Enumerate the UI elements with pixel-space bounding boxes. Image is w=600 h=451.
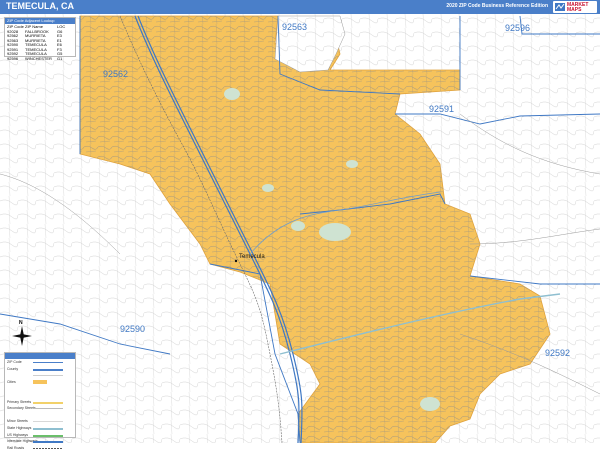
rail-road-symbol	[33, 447, 63, 449]
zip-index-panel: ZIP Code Adjacent Lookup ZIP Code ZIP Na…	[4, 17, 76, 60]
key-row: Primary Streets	[5, 399, 75, 406]
key-row: Interstate Highways	[5, 438, 75, 445]
key-row: Secondary Streets	[5, 405, 75, 412]
park-area	[291, 221, 305, 231]
zip-index-row: 92596 WINCHESTER G1	[7, 55, 73, 62]
map-key-panel: ZIP Code County Cities Primary Streets S…	[4, 352, 76, 450]
title-bar: TEMECULA, CA 2020 ZIP Code Business Refe…	[0, 0, 600, 14]
zip-code: 92596	[7, 55, 19, 61]
park-area	[346, 160, 358, 168]
divider-symbol	[33, 375, 63, 377]
city-symbol	[33, 379, 47, 384]
compass-rose: N	[10, 320, 34, 350]
city-dot	[234, 259, 238, 263]
zip-label: 92562	[103, 69, 129, 79]
zip-label: 92590	[120, 324, 146, 334]
zip-label: 92596	[505, 23, 531, 33]
county-symbol	[33, 368, 63, 371]
zip-label: 92591	[429, 104, 455, 114]
key-row	[5, 412, 75, 419]
park-area	[420, 397, 440, 411]
map-pin-icon	[555, 3, 565, 11]
key-row: Minor Streets	[5, 418, 75, 425]
zip-name: WINCHESTER	[25, 55, 52, 61]
key-row: Rail Roads	[5, 445, 75, 451]
state-highway-symbol	[33, 427, 63, 430]
zip-index-table: ZIP Code ZIP Name LOC 92028 FALLBROOK G6…	[7, 24, 73, 62]
key-row	[5, 392, 75, 399]
key-row	[5, 385, 75, 392]
key-row: County	[5, 366, 75, 373]
map-title: TEMECULA, CA	[6, 1, 74, 11]
key-row: US Highways	[5, 432, 75, 439]
key-row	[5, 372, 75, 379]
park-area	[262, 184, 274, 192]
zip-loc: G1	[57, 55, 63, 61]
key-row: State Highways	[5, 425, 75, 432]
key-row: ZIP Code	[5, 359, 75, 366]
brand-logo: MARKET MAPS	[553, 1, 597, 13]
park-area	[319, 223, 351, 241]
logo-text: MARKET MAPS	[567, 2, 589, 13]
zip-code-symbol	[33, 362, 63, 363]
minor-street-symbol	[33, 421, 63, 423]
us-highway-symbol	[33, 434, 63, 437]
zip-label: 92592	[545, 348, 571, 358]
park-area	[224, 88, 240, 100]
city-label: Temecula	[239, 254, 265, 260]
compass-north-label: N	[19, 320, 23, 326]
zip-label: 92563	[282, 22, 308, 32]
edition-label: 2020 ZIP Code Business Reference Edition	[446, 3, 548, 9]
primary-street-symbol	[33, 401, 63, 404]
secondary-street-symbol	[33, 408, 63, 410]
compass-icon	[12, 326, 32, 346]
map-canvas[interactable]: 92563 92596 92562 92591 92590 92592 Teme…	[0, 14, 600, 444]
key-row: Cities	[5, 379, 75, 386]
map-svg	[0, 14, 600, 444]
